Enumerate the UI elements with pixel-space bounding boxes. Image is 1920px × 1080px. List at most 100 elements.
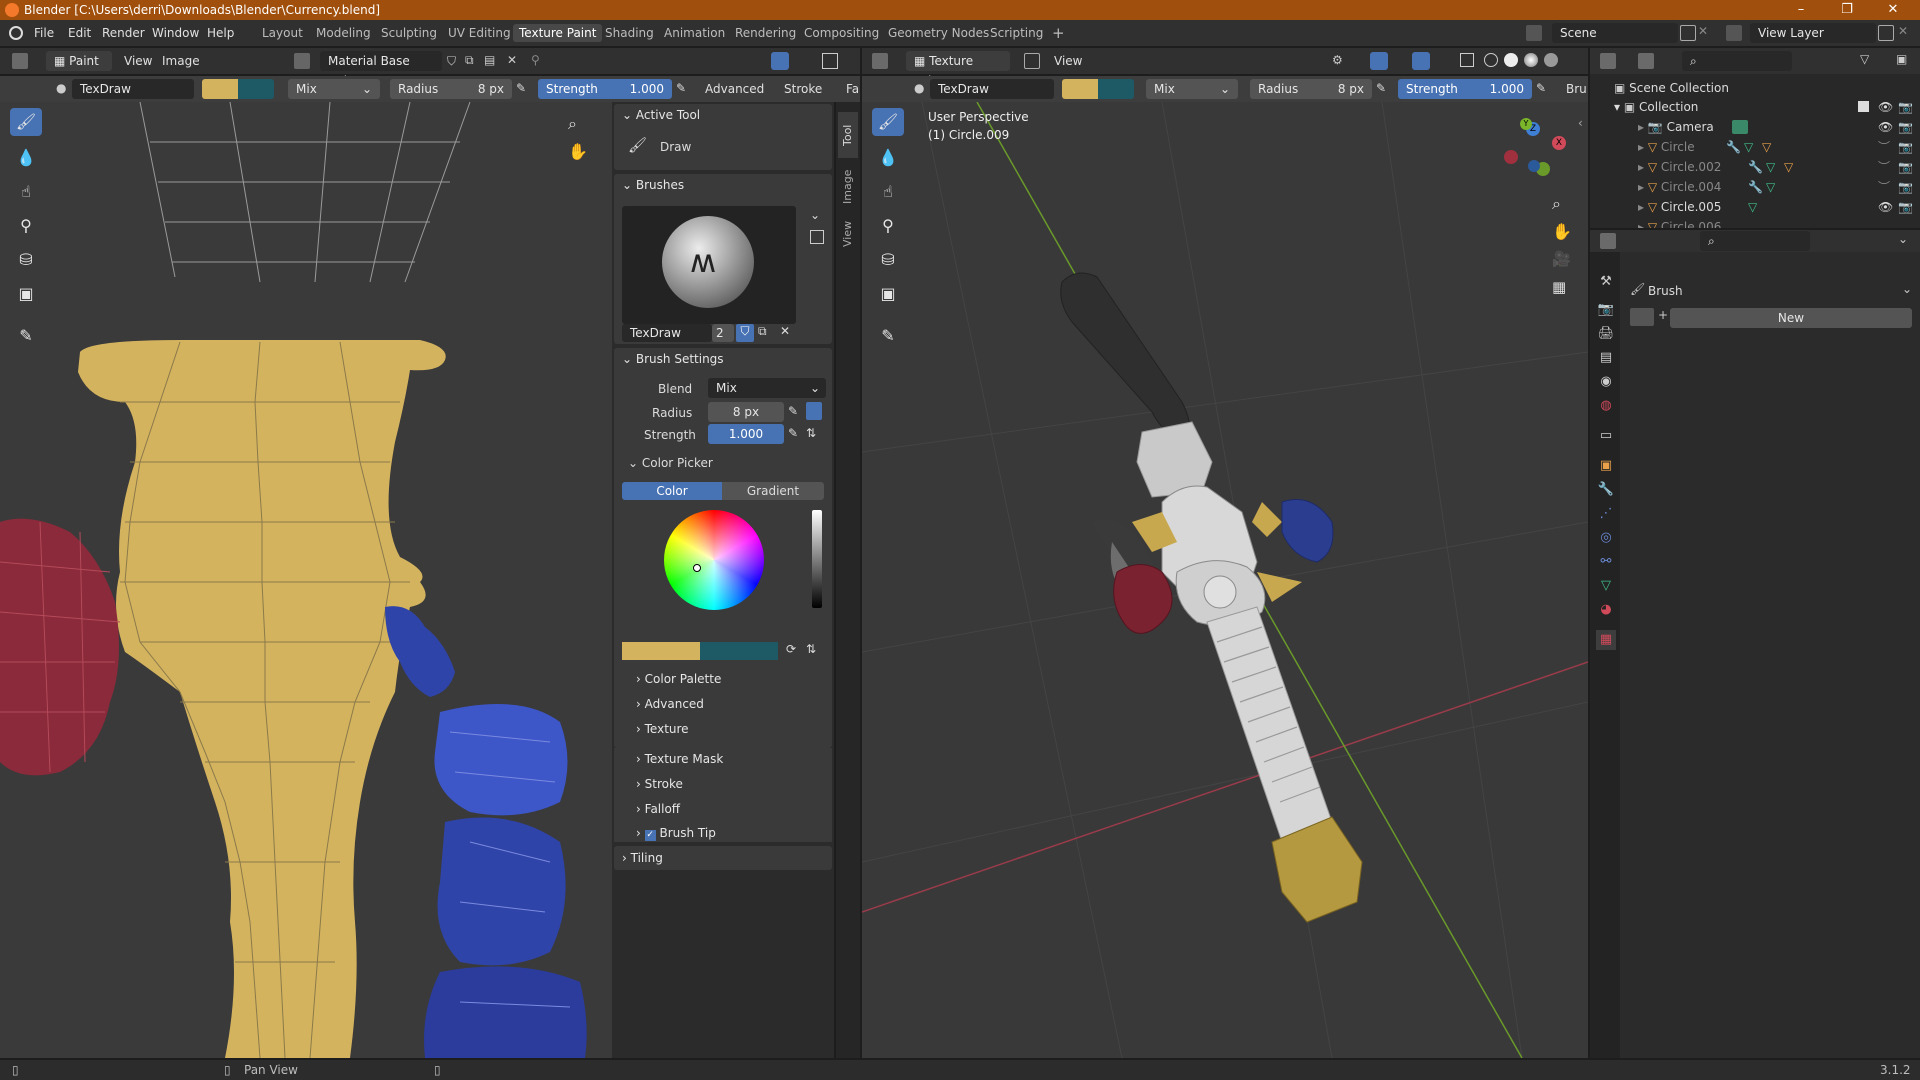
- strength-pressure-icon[interactable]: ✎: [788, 426, 798, 440]
- ortho-toggle-icon[interactable]: ▦: [1552, 278, 1566, 296]
- properties-options-icon[interactable]: ⌄: [1898, 232, 1908, 246]
- viewport-radius-field[interactable]: Radius 8 px: [1250, 79, 1372, 99]
- navigation-gizmo[interactable]: Z Y X: [1502, 102, 1582, 182]
- pan-hand-icon[interactable]: ✋: [568, 142, 588, 161]
- stroke-dropdown[interactable]: Stroke: [784, 82, 822, 96]
- close-window-button[interactable]: ✕: [1870, 0, 1916, 20]
- xray-toggle-icon[interactable]: [1460, 53, 1474, 67]
- strength-input[interactable]: 1.000: [708, 424, 784, 444]
- soften-tool-button[interactable]: 💧: [10, 144, 42, 172]
- view-layer-field[interactable]: View Layer: [1750, 23, 1876, 43]
- brush-list-dropdown-icon[interactable]: ⌄: [810, 208, 820, 222]
- physics-tab-icon[interactable]: ◎: [1596, 528, 1616, 548]
- section-texture-mask[interactable]: › Texture Mask: [636, 752, 723, 766]
- tab-uv-editing[interactable]: UV Editing: [442, 24, 517, 42]
- pin-icon[interactable]: ⚲: [531, 53, 540, 67]
- sidebar-toggle-icon[interactable]: ‹: [1578, 116, 1583, 130]
- paint-mask-icon[interactable]: [1024, 53, 1040, 69]
- paint-mode-dropdown[interactable]: ▦ Paint ⌄: [46, 51, 112, 88]
- mesh-data-icon[interactable]: ▽: [1748, 197, 1757, 217]
- render-camera-icon[interactable]: 📷: [1898, 157, 1913, 177]
- viewport-gizmo-toggle-icon[interactable]: [1370, 52, 1388, 70]
- mesh-data-icon[interactable]: ▽: [1766, 157, 1775, 177]
- tool-tab-icon[interactable]: ⚒: [1596, 272, 1616, 292]
- tab-sculpting[interactable]: Sculpting: [375, 24, 443, 42]
- unlink-brush-icon[interactable]: ✕: [780, 324, 790, 338]
- collection-tab-icon[interactable]: ▭: [1596, 426, 1616, 446]
- image-name-field[interactable]: Material Base Color: [320, 51, 442, 88]
- color-unified-icon[interactable]: ⇅: [806, 642, 816, 656]
- viewport-scene[interactable]: [862, 102, 1588, 1058]
- delete-view-layer-icon[interactable]: ✕: [1898, 24, 1908, 38]
- menu-edit[interactable]: Edit: [68, 26, 91, 40]
- uv-texture-canvas[interactable]: [0, 102, 612, 1058]
- viewport-overlays-icon[interactable]: [1412, 52, 1430, 70]
- viewport-strength-pressure-icon[interactable]: ✎: [1536, 81, 1546, 95]
- outliner-item-circle-002[interactable]: ▸ ▽ Circle.002 🔧 ▽ ▽ ︶ 📷: [1590, 157, 1920, 177]
- image-menu-image[interactable]: Image: [162, 54, 200, 68]
- gizmo-toggle-icon[interactable]: [822, 53, 838, 69]
- modifier-wrench-icon[interactable]: 🔧: [1748, 157, 1763, 177]
- unlink-image-icon[interactable]: ✕: [507, 53, 517, 67]
- visibility-eye-icon[interactable]: 👁: [1878, 97, 1893, 117]
- view-layer-icon[interactable]: [1726, 25, 1742, 41]
- duplicate-brush-icon[interactable]: ⧉: [758, 324, 767, 339]
- secondary-color-bar[interactable]: [700, 642, 778, 660]
- viewport-transform-icon[interactable]: ⚙: [1332, 53, 1343, 67]
- image-browse-icon[interactable]: [294, 53, 310, 69]
- tiling-panel[interactable]: › Tiling: [614, 846, 832, 870]
- strength-pressure-icon[interactable]: ✎: [676, 81, 686, 95]
- rendered-shading-icon[interactable]: [1544, 53, 1558, 67]
- brush-dropdown-icon[interactable]: ⌄: [1902, 282, 1912, 296]
- swap-colors-icon[interactable]: ⟳: [786, 642, 796, 656]
- primary-color-swatch[interactable]: [202, 79, 238, 99]
- section-texture[interactable]: › Texture: [636, 722, 689, 736]
- viewport-mode-dropdown[interactable]: ▦ Texture Paint ⌄: [906, 51, 1010, 88]
- menu-render[interactable]: Render: [102, 26, 145, 40]
- world-tab-icon[interactable]: ◍: [1596, 396, 1616, 416]
- viewport-secondary-color-swatch[interactable]: [1098, 79, 1134, 99]
- radius-field[interactable]: Radius 8 px: [390, 79, 512, 99]
- color-picker-header[interactable]: ⌄ Color Picker: [628, 452, 713, 474]
- smear-tool-button[interactable]: ☝: [10, 178, 42, 206]
- material-tab-icon[interactable]: ◕: [1596, 600, 1616, 620]
- viewport-pan-hand-icon[interactable]: ✋: [1552, 222, 1572, 241]
- zoom-icon[interactable]: ⌕: [568, 114, 577, 134]
- advanced-dropdown[interactable]: Advanced: [705, 82, 764, 96]
- gizmo-x-axis[interactable]: X: [1552, 136, 1566, 150]
- clone-tool-button[interactable]: ⚲: [10, 212, 42, 240]
- render-camera-icon[interactable]: 📷: [1898, 117, 1913, 137]
- particles-tab-icon[interactable]: ⋰: [1596, 504, 1616, 524]
- constraints-tab-icon[interactable]: ⚯: [1596, 552, 1616, 572]
- tab-scripting[interactable]: Scripting: [984, 24, 1049, 42]
- scene-name-field[interactable]: Scene: [1552, 23, 1678, 43]
- view-layer-tab-icon[interactable]: ▤: [1596, 348, 1616, 368]
- scene-selector-icon[interactable]: [1526, 25, 1542, 41]
- modifier-wrench-icon[interactable]: 🔧: [1726, 137, 1741, 157]
- camera-data-icon[interactable]: [1732, 120, 1748, 134]
- outliner-scene-collection[interactable]: ▣ Scene Collection: [1590, 78, 1920, 98]
- gizmo-neg-z[interactable]: [1528, 160, 1540, 172]
- outliner-editor-type-icon[interactable]: [1600, 53, 1616, 69]
- sidebar-tab-image[interactable]: Image: [838, 164, 858, 210]
- exclude-checkbox[interactable]: [1858, 101, 1869, 112]
- tab-rendering[interactable]: Rendering: [729, 24, 802, 42]
- viewport-mask-tool-button[interactable]: ▣: [872, 280, 904, 308]
- section-stroke[interactable]: › Stroke: [636, 777, 683, 791]
- value-slider[interactable]: [812, 510, 822, 608]
- hidden-eye-icon[interactable]: ︶: [1878, 137, 1890, 157]
- viewport-menu-view[interactable]: View: [1054, 54, 1082, 68]
- viewport-editor-type-icon[interactable]: [872, 53, 888, 69]
- draw-tool-button[interactable]: 🖌: [10, 108, 42, 136]
- maximize-button[interactable]: ❐: [1824, 0, 1870, 20]
- menu-file[interactable]: File: [34, 26, 54, 40]
- brush-preview[interactable]: ʍ: [622, 206, 796, 324]
- render-tab-icon[interactable]: 📷: [1596, 300, 1616, 320]
- viewport-primary-color-swatch[interactable]: [1062, 79, 1098, 99]
- material-icon[interactable]: ▽: [1762, 137, 1771, 157]
- modifier-wrench-icon[interactable]: 🔧: [1748, 177, 1763, 197]
- section-advanced[interactable]: › Advanced: [636, 697, 704, 711]
- gradient-tab[interactable]: Gradient: [722, 482, 824, 500]
- brushes-header[interactable]: ⌄ Brushes: [614, 174, 832, 196]
- image-editor-canvas[interactable]: ⌕ ✋: [0, 102, 612, 1058]
